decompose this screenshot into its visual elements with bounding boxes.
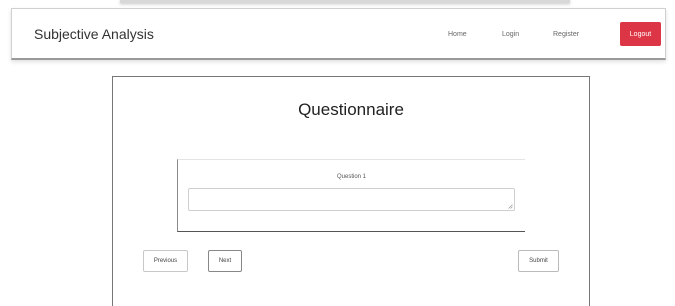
top-edge-shadow bbox=[120, 0, 570, 3]
brand-title[interactable]: Subjective Analysis bbox=[34, 26, 154, 42]
nav-link-login[interactable]: Login bbox=[502, 31, 519, 38]
next-button[interactable]: Next bbox=[208, 250, 242, 272]
submit-button[interactable]: Submit bbox=[518, 250, 559, 272]
answer-textarea[interactable] bbox=[188, 188, 515, 211]
page-title: Questionnaire bbox=[298, 100, 404, 119]
question-label: Question 1 bbox=[336, 174, 367, 180]
nav-link-register[interactable]: Register bbox=[553, 31, 579, 38]
logout-button[interactable]: Logout bbox=[620, 22, 661, 46]
resize-handle-icon[interactable] bbox=[508, 204, 513, 209]
question-box: Question 1 bbox=[177, 159, 525, 232]
previous-button[interactable]: Previous bbox=[143, 250, 188, 272]
nav-link-home[interactable]: Home bbox=[448, 31, 467, 38]
questionnaire-card: Questionnaire Question 1 Previous Next S… bbox=[112, 76, 590, 306]
navbar: Subjective Analysis Home Login Register … bbox=[11, 8, 666, 60]
